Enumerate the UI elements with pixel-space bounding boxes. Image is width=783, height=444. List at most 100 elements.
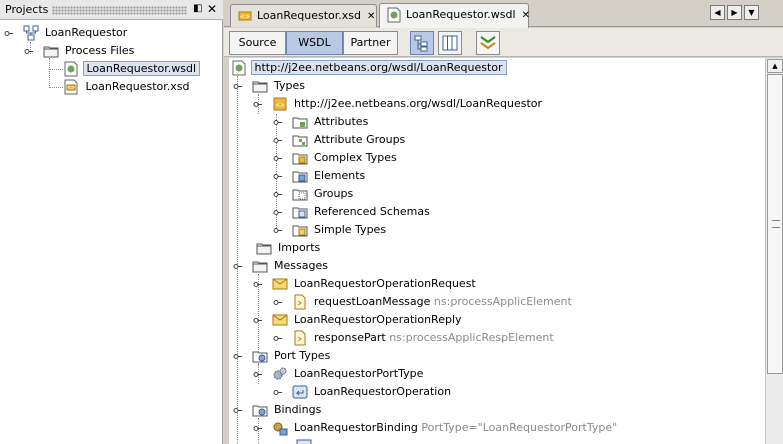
message-envelope-icon [272, 278, 287, 290]
elements-folder-icon [292, 171, 307, 183]
bindings-folder-icon [252, 405, 267, 417]
request-part-node[interactable]: requestLoanMessage ns:processApplicEleme… [273, 293, 575, 311]
tab-wsdl[interactable]: LoanRequestor.wsdl ✕ [379, 3, 530, 28]
svg-text:<>: <> [274, 102, 284, 109]
schema-label: http://j2ee.netbeans.org/wsdl/LoanReques… [294, 97, 543, 110]
source-view-button[interactable]: Source [229, 31, 286, 55]
scroll-up-button[interactable]: ▲ [767, 59, 783, 73]
close-tab-icon[interactable]: ✕ [522, 10, 530, 21]
binding-child-icon [296, 439, 311, 444]
collapsed-handle-icon[interactable] [273, 226, 282, 235]
tab-xsd[interactable]: <> LoanRequestor.xsd ✕ [230, 4, 377, 27]
collapsed-handle-icon[interactable] [273, 118, 282, 127]
schema-child-simple-types[interactable]: Simple Types [273, 221, 389, 239]
scroll-tabs-right-button[interactable]: ▶ [727, 5, 742, 20]
referenced-schemas-folder-icon [292, 207, 307, 219]
bindings-label: Bindings [274, 403, 322, 416]
tab-label: LoanRequestor.xsd [257, 9, 362, 22]
messages-node[interactable]: Messages [233, 257, 331, 275]
column-view-icon [442, 35, 458, 51]
wsdl-view-button[interactable]: WSDL [286, 31, 343, 55]
validate-button[interactable] [476, 31, 500, 55]
folder-icon [256, 243, 271, 255]
binding-label: LoanRequestorBinding [294, 421, 418, 434]
binding-icon [273, 422, 287, 436]
binding-node[interactable]: LoanRequestorBinding PortType="LoanReque… [253, 419, 620, 437]
request-message-node[interactable]: LoanRequestorOperationRequest [253, 275, 479, 293]
message-envelope-icon [272, 314, 287, 326]
imports-label: Imports [278, 241, 321, 254]
wsdl-file-icon [387, 7, 401, 23]
simple-types-folder-icon [292, 225, 307, 237]
collapsed-handle-icon[interactable] [273, 172, 282, 181]
tab-label: LoanRequestor.wsdl [406, 8, 516, 21]
expand-handle-icon[interactable] [253, 316, 262, 325]
types-node[interactable]: Types [233, 77, 308, 95]
collapsed-handle-icon[interactable] [273, 190, 282, 199]
svg-text:<>: <> [67, 85, 75, 91]
folder-icon [43, 46, 58, 58]
wsdl-tree-view: http://j2ee.netbeans.org/wsdl/LoanReques… [229, 58, 765, 444]
collapsed-handle-icon[interactable] [273, 334, 282, 343]
editor-toolbar: Source WSDL Partner [224, 28, 783, 57]
wsdl-root-node[interactable]: http://j2ee.netbeans.org/wsdl/LoanReques… [231, 59, 507, 77]
schema-child-elements[interactable]: Elements [273, 167, 368, 185]
types-label: Types [274, 79, 305, 92]
schema-node[interactable]: <> http://j2ee.netbeans.org/wsdl/LoanReq… [253, 95, 545, 113]
operation-node[interactable]: LoanRequestorOperation [273, 383, 454, 401]
port-types-node[interactable]: Port Types [233, 347, 333, 365]
folder-icon [252, 261, 267, 273]
process-files-node[interactable]: Process Files [24, 42, 137, 60]
binding-child-node[interactable] [273, 437, 312, 444]
collapsed-handle-icon[interactable] [273, 208, 282, 217]
expand-handle-icon[interactable] [233, 352, 242, 361]
schema-child-attribute-groups[interactable]: Attribute Groups [273, 131, 408, 149]
project-root-node[interactable]: LoanRequestor [4, 24, 130, 42]
project-icon [23, 25, 38, 41]
close-icon[interactable]: ✕ [207, 2, 217, 16]
folder-icon [252, 81, 267, 93]
scroll-tabs-left-button[interactable]: ◀ [710, 5, 725, 20]
project-root-label: LoanRequestor [45, 26, 128, 39]
schema-child-referenced-schemas[interactable]: Referenced Schemas [273, 203, 433, 221]
file-item-wsdl[interactable]: LoanRequestor.wsdl [63, 60, 201, 78]
schema-child-label: Attribute Groups [314, 133, 406, 146]
tab-list-button[interactable]: ▼ [744, 5, 759, 20]
collapsed-handle-icon[interactable] [273, 136, 282, 145]
port-types-folder-icon [252, 351, 267, 363]
port-type-gears-icon [273, 367, 286, 380]
column-view-button[interactable] [438, 31, 462, 55]
reply-message-node[interactable]: LoanRequestorOperationReply [253, 311, 465, 329]
collapsed-handle-icon[interactable] [273, 154, 282, 163]
reply-part-node[interactable]: responsePart ns:processApplicRespElement [273, 329, 557, 347]
expand-handle-icon[interactable] [233, 82, 242, 91]
svg-text:<>: <> [240, 14, 250, 21]
expand-handle-icon[interactable] [4, 29, 13, 38]
schema-child-label: Simple Types [314, 223, 387, 236]
minimize-icon[interactable]: ◧ [193, 3, 202, 14]
scrollbar-thumb[interactable] [767, 74, 783, 374]
file-item-xsd[interactable]: <> LoanRequestor.xsd [63, 78, 193, 96]
xsd-file-icon: <> [64, 79, 78, 95]
tree-view-button[interactable] [410, 31, 434, 55]
close-tab-icon[interactable]: ✕ [367, 11, 375, 22]
schema-child-groups[interactable]: Groups [273, 185, 356, 203]
schema-child-complex-types[interactable]: Complex Types [273, 149, 400, 167]
drag-grip[interactable] [52, 6, 187, 15]
expand-handle-icon[interactable] [233, 406, 242, 415]
expand-handle-icon[interactable] [253, 100, 262, 109]
schema-child-attributes[interactable]: Attributes [273, 113, 371, 131]
collapsed-handle-icon[interactable] [273, 298, 282, 307]
expand-handle-icon[interactable] [253, 424, 262, 433]
bindings-node[interactable]: Bindings [233, 401, 324, 419]
expand-handle-icon[interactable] [24, 47, 33, 56]
expand-handle-icon[interactable] [253, 370, 262, 379]
port-type-node[interactable]: LoanRequestorPortType [253, 365, 426, 383]
attributes-folder-icon [292, 117, 307, 129]
expand-handle-icon[interactable] [233, 262, 242, 271]
partner-view-button[interactable]: Partner [343, 31, 398, 55]
imports-node[interactable]: Imports [233, 239, 323, 257]
collapsed-handle-icon[interactable] [273, 388, 282, 397]
vertical-scrollbar[interactable]: ▲ [765, 58, 783, 444]
expand-handle-icon[interactable] [253, 280, 262, 289]
